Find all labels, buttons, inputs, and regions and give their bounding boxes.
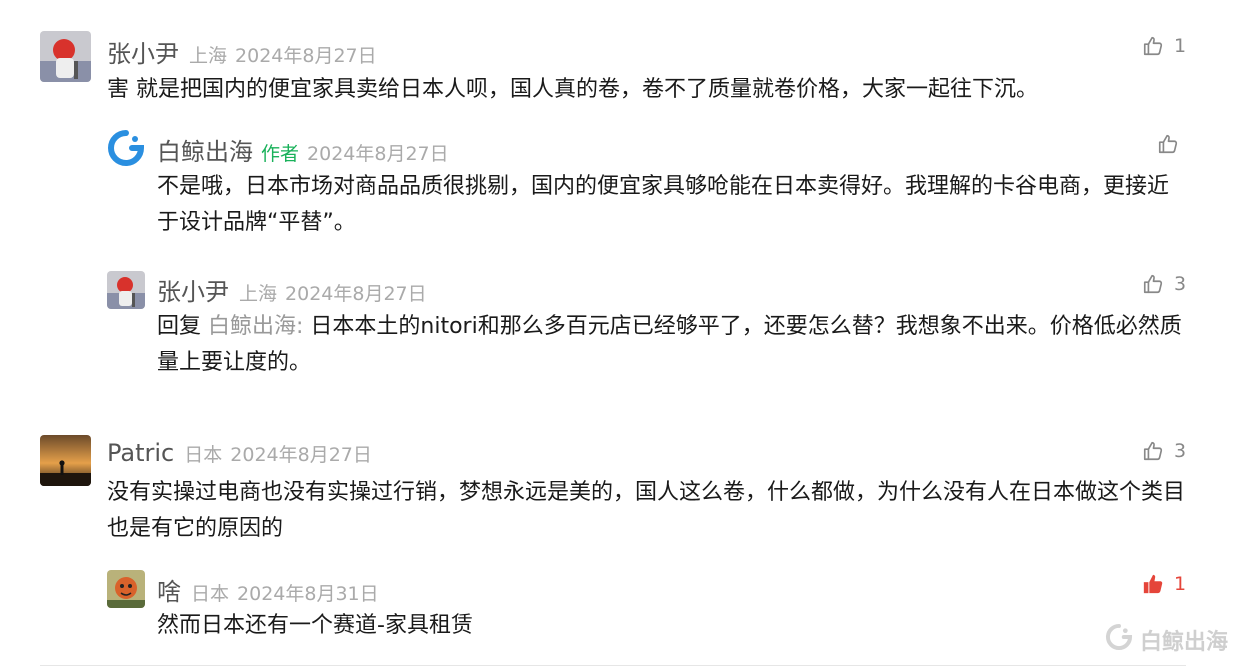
author-location: 上海 xyxy=(239,283,278,305)
comment-date: 2024年8月27日 xyxy=(285,283,427,305)
like-count: 1 xyxy=(1174,35,1187,57)
like-count: 3 xyxy=(1174,440,1187,462)
author-location: 日本 xyxy=(184,444,223,466)
thumbs-up-icon xyxy=(1142,440,1164,462)
author-name[interactable]: 张小尹 xyxy=(107,34,179,69)
author-name[interactable]: Patric xyxy=(107,439,174,467)
avatar[interactable] xyxy=(107,271,145,309)
comment-text: 害 就是把国内的便宜家具卖给日本人呗，国人真的卷，卷不了质量就卷价格，大家一起往… xyxy=(107,77,1038,102)
reply-prefix: 回复 xyxy=(157,314,208,339)
author-location: 日本 xyxy=(191,583,230,605)
comment-text: 然而日本还有一个赛道-家具租赁 xyxy=(157,613,473,638)
avatar[interactable] xyxy=(40,31,91,82)
comment-date: 2024年8月31日 xyxy=(237,583,379,605)
thumbs-up-filled-icon xyxy=(1142,573,1164,595)
author-location: 上海 xyxy=(189,45,228,67)
whale-logo-icon xyxy=(1104,622,1134,658)
avatar[interactable] xyxy=(40,435,91,486)
like-button[interactable]: 1 xyxy=(1142,35,1186,57)
watermark: 白鲸出海 xyxy=(1104,622,1228,658)
comment-text: 没有实操过电商也没有实操过行销，梦想永远是美的，国人这么卷，什么都做，为什么没有… xyxy=(107,480,1186,541)
thumbs-up-icon xyxy=(1142,273,1164,295)
like-button[interactable]: 1 xyxy=(1142,573,1186,595)
thumbs-up-icon xyxy=(1142,35,1164,57)
watermark-text: 白鲸出海 xyxy=(1139,630,1228,655)
author-logo-avatar[interactable] xyxy=(107,129,145,167)
comment-date: 2024年8月27日 xyxy=(235,45,377,67)
author-badge: 作者 xyxy=(261,143,300,165)
comment-meta: 张小尹 上海 2024年8月27日 xyxy=(107,34,377,69)
author-name[interactable]: 张小尹 xyxy=(157,272,229,307)
comment-date: 2024年8月27日 xyxy=(307,143,449,165)
divider xyxy=(40,665,1186,666)
comment-meta: 啥 日本 2024年8月31日 xyxy=(157,572,379,607)
reply-text: 日本本土的nitori和那么多百元店已经够平了，还要怎么替？我想象不出来。价格低… xyxy=(157,314,1182,375)
like-count: 3 xyxy=(1174,273,1187,295)
like-button[interactable]: 3 xyxy=(1142,273,1186,295)
comment-date: 2024年8月27日 xyxy=(230,444,372,466)
like-button[interactable]: 3 xyxy=(1142,440,1186,462)
like-button[interactable] xyxy=(1157,133,1189,155)
comment-text: 不是哦，日本市场对商品品质很挑剔，国内的便宜家具够呛能在日本卖得好。我理解的卡谷… xyxy=(157,174,1170,235)
comment-text: 回复 白鲸出海: 日本本土的nitori和那么多百元店已经够平了，还要怎么替？我… xyxy=(157,309,1197,381)
author-name[interactable]: 啥 xyxy=(157,572,181,607)
thumbs-up-icon xyxy=(1157,133,1179,155)
comment-meta: 张小尹 上海 2024年8月27日 xyxy=(157,272,427,307)
like-count: 1 xyxy=(1174,573,1187,595)
author-name[interactable]: 白鲸出海 xyxy=(157,132,253,167)
avatar[interactable] xyxy=(107,570,145,608)
comment-meta: 白鲸出海 作者 2024年8月27日 xyxy=(157,132,449,167)
comment-meta: Patric 日本 2024年8月27日 xyxy=(107,439,372,467)
reply-target-link[interactable]: 白鲸出海: xyxy=(208,314,303,339)
